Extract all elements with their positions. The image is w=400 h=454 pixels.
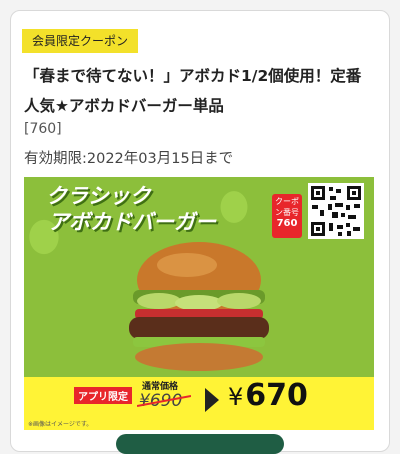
use-coupon-button[interactable]: [116, 434, 284, 454]
coupon-number-label: クーポン番号: [275, 197, 299, 217]
coupon-banner-image[interactable]: クラシック アボカドバーガー クーポン番号 760 アプリ限定 通常価格 ¥67…: [24, 177, 374, 430]
banner-title-line2: アボカドバーガー: [48, 210, 216, 234]
qr-code-icon: [308, 183, 364, 239]
coupon-title: 「春まで待てない！」アボカド1/2個使用！定番人気★アボカドバーガー単品: [24, 67, 362, 115]
arrow-right-icon: [205, 388, 219, 412]
member-only-badge: 会員限定クーポン: [22, 29, 139, 53]
coupon-code: [760]: [24, 121, 62, 137]
app-only-tag: アプリ限定: [74, 387, 132, 404]
coupon-number-tag: クーポン番号 760: [272, 194, 302, 238]
avocado-burger-image: [129, 242, 269, 371]
banner-title-line1: クラシック: [46, 184, 151, 208]
price-bar: アプリ限定 通常価格 ¥690 ¥670 ※画像はイメージです。: [24, 377, 374, 430]
expiry-date: 有効期限:2022年03月15日まで: [24, 151, 234, 167]
strikethrough-icon: [137, 395, 191, 407]
coupon-price: ¥670: [228, 378, 308, 413]
coupon-price-value: 670: [245, 378, 308, 413]
coupon-number-value: 760: [276, 218, 298, 229]
yen-symbol: ¥: [228, 383, 244, 411]
image-disclaimer: ※画像はイメージです。: [28, 421, 93, 428]
regular-price: ¥690: [137, 391, 191, 411]
banner-product-title: クラシック アボカドバーガー: [46, 183, 216, 235]
